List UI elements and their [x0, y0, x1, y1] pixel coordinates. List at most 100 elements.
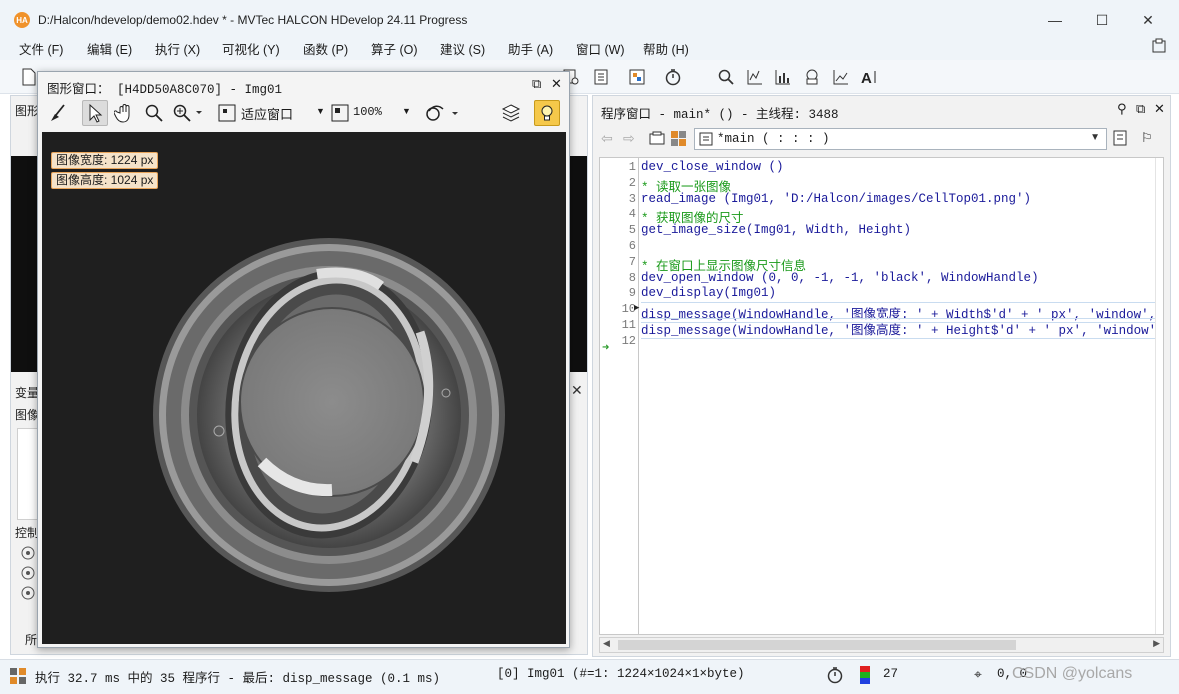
back-arrow-icon[interactable]: ⇦: [601, 130, 613, 147]
hand-icon[interactable]: [113, 102, 136, 127]
line-number: 10: [621, 302, 636, 317]
histogram-icon[interactable]: [772, 66, 794, 88]
graphics-window-title: 图形窗口： [H4DD50A8C070] - Img01: [47, 83, 283, 97]
clear-window-icon[interactable]: [48, 103, 68, 126]
line-number: 9: [628, 286, 636, 301]
zoom-icon[interactable]: [144, 103, 164, 126]
menu-help[interactable]: 帮助 (H): [643, 39, 689, 58]
pointer-tool-button[interactable]: [82, 100, 108, 126]
float-icon[interactable]: ⧉: [1136, 101, 1145, 117]
float-icon[interactable]: ⧉: [532, 76, 541, 92]
list-icon[interactable]: [590, 66, 612, 88]
font-size-icon[interactable]: A: [859, 66, 881, 88]
code-line[interactable]: get_image_size(Img01, Width, Height): [641, 223, 911, 237]
image-width-overlay: 图像宽度: 1224 px: [51, 152, 159, 169]
battery-cell-image: [42, 132, 566, 644]
crosshair-icon: ⌖: [974, 666, 982, 682]
chevron-down-icon[interactable]: ▼: [402, 106, 411, 116]
horizontal-scrollbar[interactable]: ◀ ▶: [599, 637, 1164, 653]
menu-procedures[interactable]: 函数 (P): [303, 39, 348, 58]
all-tab-label[interactable]: 所: [25, 631, 37, 648]
procedure-select[interactable]: *main ( : : : ) ▼: [694, 128, 1107, 150]
grid-icon: [10, 668, 26, 687]
program-counter-icon: ➜: [602, 341, 610, 355]
pin-icon[interactable]: ⚲: [1117, 101, 1127, 117]
procedure-list-icon[interactable]: [649, 131, 665, 148]
control-variable-icon: [21, 566, 35, 583]
grid-icon[interactable]: [671, 131, 686, 149]
stopwatch-icon[interactable]: [662, 66, 684, 88]
maximize-button[interactable]: ☐: [1079, 6, 1125, 34]
scroll-left-icon[interactable]: ◀: [603, 638, 610, 649]
svg-text:A: A: [861, 70, 872, 86]
close-button[interactable]: ✕: [1125, 6, 1171, 34]
procedure-edit-icon[interactable]: [1113, 130, 1131, 149]
menu-execute[interactable]: 执行 (X): [155, 39, 200, 58]
menu-operators[interactable]: 算子 (O): [371, 39, 418, 58]
line-number: 12: [621, 333, 636, 348]
line-number: 5: [628, 223, 636, 238]
image-info: [0] Img01 (#=1: 1224×1024×1×byte): [497, 667, 745, 681]
draw-shape-icon[interactable]: [424, 103, 462, 126]
plot-icon[interactable]: [830, 66, 852, 88]
forward-arrow-icon[interactable]: ⇨: [623, 130, 635, 147]
menu-window[interactable]: 窗口 (W): [576, 39, 625, 58]
images-section-label: 图像: [15, 408, 40, 422]
zoom-icon[interactable]: [715, 66, 737, 88]
help-window-icon[interactable]: [1151, 38, 1167, 57]
chevron-down-icon: ▼: [1090, 132, 1100, 143]
zoom-level-select[interactable]: 100%: [353, 105, 382, 119]
menu-edit[interactable]: 编辑 (E): [87, 39, 132, 58]
title-bar: HA D:/Halcon/hdevelop/demo02.hdev * - MV…: [0, 0, 1179, 38]
control-variable-icon: [21, 586, 35, 603]
program-window-title: 程序窗口 - main* () - 主线程: 3488: [601, 108, 839, 122]
graphics-window: 图形窗口： [H4DD50A8C070] - Img01 ⧉ ✕ 适应窗口 ▼ …: [37, 71, 570, 648]
procedure-select-value: *main ( : : : ): [717, 132, 830, 146]
scroll-thumb[interactable]: [618, 640, 1016, 650]
menu-suggestions[interactable]: 建议 (S): [440, 39, 485, 58]
zoom-in-icon[interactable]: [172, 103, 204, 126]
line-number: 7: [628, 254, 636, 269]
image-info-icon[interactable]: [626, 66, 648, 88]
code-line[interactable]: dev_display(Img01): [641, 286, 776, 300]
execution-status: 执行 32.7 ms 中的 35 程序行 - 最后: disp_message …: [35, 672, 441, 686]
menu-visualization[interactable]: 可视化 (Y): [222, 39, 280, 58]
line-number: 8: [628, 270, 636, 285]
vertical-scrollbar[interactable]: [1155, 158, 1163, 634]
code-line[interactable]: disp_message(WindowHandle, '图像高度: ' + He…: [641, 318, 1163, 339]
fit-window-select[interactable]: 适应窗口: [241, 104, 293, 123]
minimize-button[interactable]: —: [1032, 6, 1078, 34]
layers-icon[interactable]: [500, 102, 522, 127]
code-line[interactable]: dev_open_window (0, 0, -1, -1, 'black', …: [641, 271, 1039, 285]
line-profile-icon[interactable]: [744, 66, 766, 88]
graphics-panel-area: [11, 156, 37, 372]
insert-cursor-icon: ▶: [634, 303, 640, 313]
fit-window-icon[interactable]: [218, 104, 236, 125]
menu-assistants[interactable]: 助手 (A): [508, 39, 553, 58]
breakpoint-clear-icon[interactable]: ⚐: [1141, 130, 1153, 146]
code-line[interactable]: read_image (Img01, 'D:/Halcon/images/Cel…: [641, 192, 1031, 206]
lightbulb-icon[interactable]: [534, 100, 560, 126]
zoom-level-icon[interactable]: [331, 104, 349, 125]
program-window-header: 程序窗口 - main* () - 主线程: 3488 ⚲ ⧉ ✕: [593, 96, 1170, 124]
window-title: D:/Halcon/hdevelop/demo02.hdev * - MVTec…: [38, 13, 468, 27]
line-number: 1: [628, 160, 636, 174]
color-channel-icon: [860, 666, 870, 687]
graphics-panel-area-right: [569, 156, 587, 372]
close-program-window-icon[interactable]: ✕: [1154, 101, 1165, 117]
code-line[interactable]: dev_close_window (): [641, 160, 784, 174]
close-panel-icon[interactable]: ✕: [571, 382, 583, 399]
chevron-down-icon[interactable]: ▼: [316, 106, 325, 116]
scroll-right-icon[interactable]: ▶: [1153, 638, 1160, 649]
program-window: 程序窗口 - main* () - 主线程: 3488 ⚲ ⧉ ✕ ⇦ ⇨ *m…: [592, 95, 1171, 657]
menu-bar: 文件 (F) 编辑 (E) 执行 (X) 可视化 (Y) 函数 (P) 算子 (…: [0, 38, 1179, 60]
menu-file[interactable]: 文件 (F): [19, 39, 63, 58]
code-editor[interactable]: 1 2 3 4 5 6 7 8 9 10 11 12 dev_close_window () * 读取一…: [599, 157, 1164, 635]
control-section-label: 控制: [15, 526, 40, 540]
halcon-logo-icon: HA: [14, 12, 30, 28]
line-number: 3: [628, 191, 636, 206]
image-canvas[interactable]: 图像宽度: 1224 px 图像高度: 1024 px: [42, 132, 566, 644]
feature-inspection-icon[interactable]: [801, 66, 823, 88]
line-number-gutter: 1 2 3 4 5 6 7 8 9 10 11 12: [600, 158, 639, 634]
close-graphics-window-icon[interactable]: ✕: [551, 76, 562, 92]
